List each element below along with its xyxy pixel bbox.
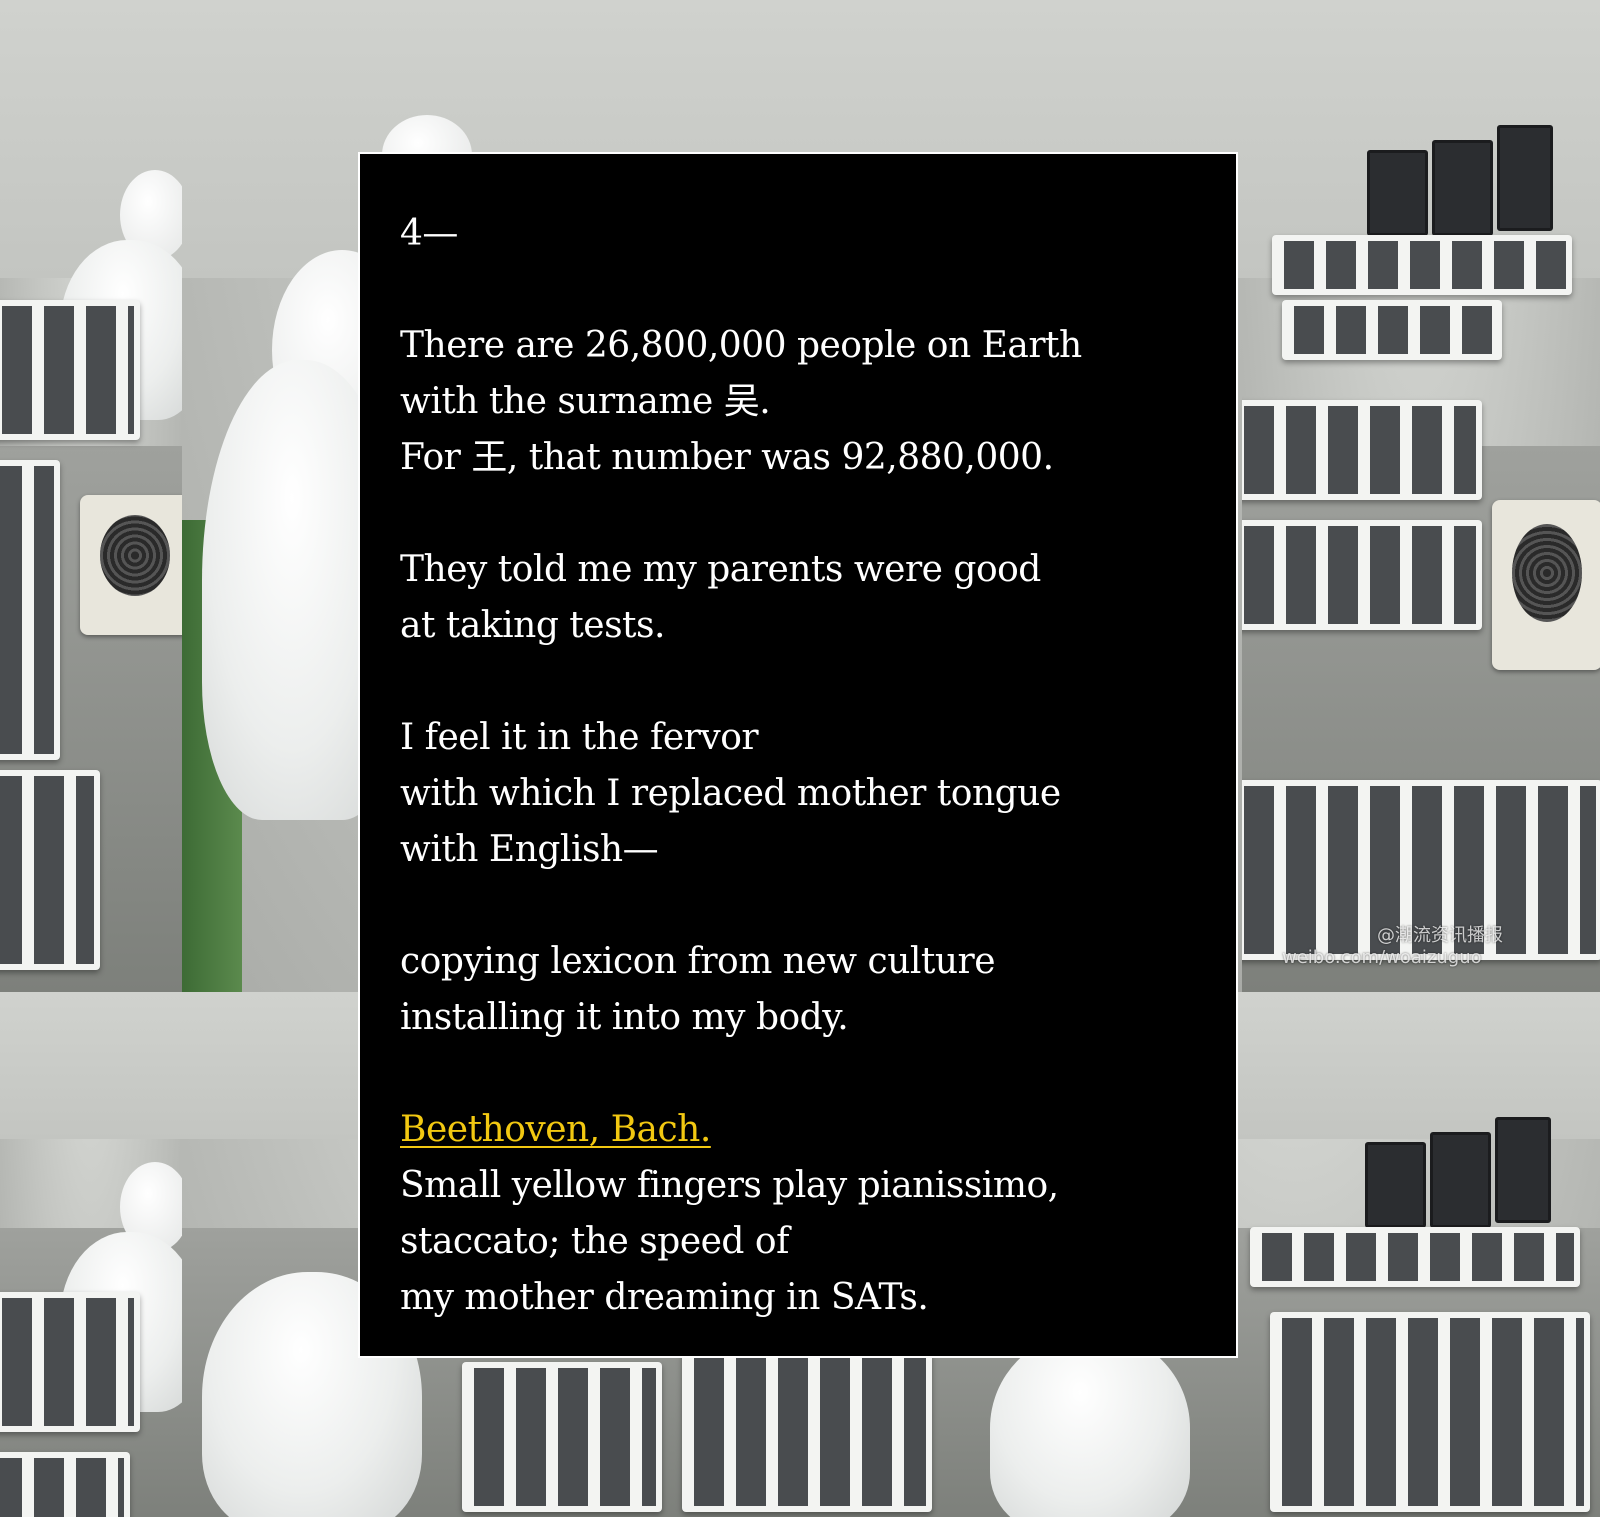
poem-line: Small yellow fingers play pianissimo, [400,1165,1059,1206]
watermark-handle: @潮流资讯播报 [1377,925,1503,946]
stanza-gap [400,486,1196,542]
worker-figure [990,1332,1190,1517]
poem-line: For 王, that number was 92,880,000. [400,437,1054,478]
stanza-gap [400,1046,1196,1102]
monitor [1432,140,1493,236]
watermark: @潮流资讯播报 weibo.com/woaizuguo [1282,925,1503,969]
monitor [1365,1142,1426,1228]
phone-tray [0,770,100,970]
poem-line: staccato; the speed of [400,1221,789,1262]
phone-tray [1282,300,1502,360]
poem-line: with English— [400,829,659,870]
monitor [1495,1117,1551,1223]
poem-line: with the surname 吴. [400,381,771,422]
photo-tile-top-right: @潮流资讯播报 weibo.com/woaizuguo [1242,0,1600,992]
ceiling [0,992,182,1139]
phone-tray [1250,1227,1580,1287]
phone-tray [1242,400,1482,500]
phone-tray [1270,1312,1590,1512]
stanza-gap [400,878,1196,934]
poem-line: I feel it in the fervor [400,717,759,758]
phone-tray [0,460,60,760]
ionizer-fan [80,495,182,635]
poem-line: copying lexicon from new culture [400,941,996,982]
photo-tile-bottom-left [0,992,182,1517]
phone-tray [0,1292,140,1432]
monitor [1430,1132,1491,1228]
poem-line: They told me my parents were good [400,549,1041,590]
stanza-gap [400,654,1196,710]
section-number: 4— [400,213,458,254]
monitor [1367,150,1428,236]
beethoven-bach-link[interactable]: Beethoven, Bach. [400,1109,711,1150]
phone-tray [1242,520,1482,630]
phone-tray [0,300,140,440]
phone-tray [682,1352,932,1512]
poem-line: There are 26,800,000 people on Earth [400,325,1082,366]
poem-panel: 4— There are 26,800,000 people on Earth … [358,152,1238,1358]
poem-line: installing it into my body. [400,997,849,1038]
stanza-gap [400,262,1196,318]
phone-tray [1272,235,1572,295]
monitor [1497,125,1553,231]
photo-tile-top-left [0,0,182,992]
phone-tray [462,1362,662,1512]
ionizer-fan [1492,500,1600,670]
phone-tray [0,1452,130,1517]
poem-line: at taking tests. [400,605,665,646]
watermark-url: weibo.com/woaizuguo [1282,947,1482,968]
poem-line: my mother dreaming in SATs. [400,1277,929,1318]
poem-line: with which I replaced mother tongue [400,773,1061,814]
poem-line-link-row: Beethoven, Bach. [400,1102,1196,1158]
